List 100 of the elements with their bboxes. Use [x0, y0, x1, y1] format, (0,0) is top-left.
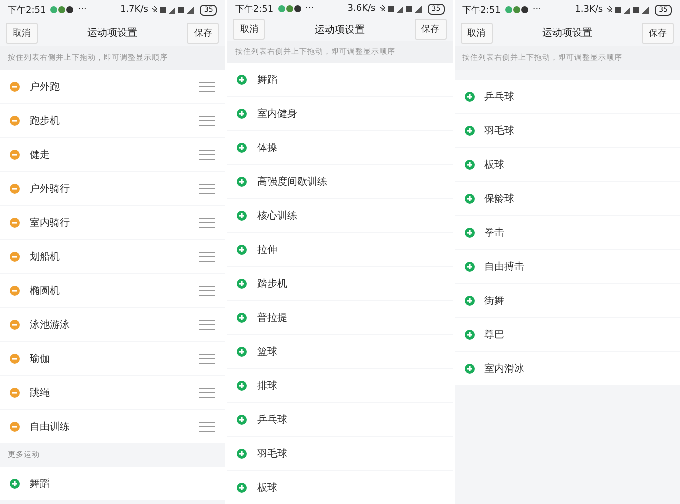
drag-handle-icon[interactable] — [199, 184, 216, 194]
sport-label: 高强度间歇训练 — [257, 176, 328, 188]
sport-row[interactable]: 羽毛球 — [227, 437, 453, 470]
sport-row[interactable]: 划船机 — [0, 240, 226, 273]
plus-circle-icon[interactable] — [237, 210, 248, 220]
sport-row[interactable]: 健走 — [0, 138, 226, 171]
minus-circle-icon[interactable] — [10, 218, 20, 228]
plus-circle-icon[interactable] — [237, 176, 248, 186]
plus-circle-icon[interactable] — [464, 92, 475, 102]
sport-row[interactable]: 室内健身 — [227, 97, 453, 130]
sport-row[interactable]: 篮球 — [227, 335, 453, 368]
signal-icons — [607, 6, 652, 14]
plus-circle-icon[interactable] — [464, 126, 475, 136]
drag-handle-icon[interactable] — [199, 388, 216, 398]
sport-row[interactable]: 羽毛球 — [454, 114, 680, 147]
sport-row[interactable]: 自由搏击 — [454, 250, 680, 283]
drag-handle-icon[interactable] — [199, 116, 216, 126]
save-button[interactable]: 保存 — [642, 22, 674, 44]
status-time: 下午2:51 — [8, 4, 46, 16]
sport-row[interactable]: 乒乓球 — [454, 80, 680, 113]
sport-row[interactable]: 室内骑行 — [0, 206, 226, 239]
sport-label: 篮球 — [257, 346, 278, 358]
plus-circle-icon[interactable] — [464, 296, 475, 306]
plus-circle-icon[interactable] — [237, 142, 248, 152]
plus-circle-icon[interactable] — [237, 448, 248, 458]
sport-row[interactable]: 尊巴 — [454, 318, 680, 351]
cancel-button[interactable]: 取消 — [460, 22, 493, 44]
plus-circle-icon[interactable] — [237, 244, 248, 254]
cancel-button[interactable]: 取消 — [233, 19, 266, 40]
minus-circle-icon[interactable] — [10, 252, 20, 262]
sport-row[interactable]: 板球 — [454, 148, 680, 181]
sport-row[interactable]: 体操 — [227, 131, 453, 164]
sport-row[interactable]: 跑步机 — [0, 104, 226, 137]
minus-circle-icon[interactable] — [10, 116, 20, 126]
sport-label: 拉伸 — [257, 244, 278, 256]
sport-row[interactable]: 椭圆机 — [0, 274, 226, 307]
plus-circle-icon[interactable] — [237, 312, 248, 322]
cancel-button[interactable]: 取消 — [6, 22, 38, 44]
sport-label: 拳击 — [484, 226, 506, 240]
minus-circle-icon[interactable] — [10, 286, 20, 296]
sport-label: 尊巴 — [484, 328, 506, 342]
plus-circle-icon[interactable] — [237, 74, 248, 84]
drag-handle-icon[interactable] — [199, 422, 216, 432]
minus-circle-icon[interactable] — [10, 388, 20, 398]
drag-handle-icon[interactable] — [199, 82, 216, 92]
plus-circle-icon[interactable] — [237, 346, 248, 356]
sport-label: 普拉提 — [257, 312, 288, 324]
drag-handle-icon[interactable] — [199, 218, 216, 228]
minus-circle-icon[interactable] — [10, 354, 20, 364]
save-button[interactable]: 保存 — [414, 19, 447, 40]
sport-row[interactable]: 泳池游泳 — [0, 308, 226, 341]
sport-row[interactable]: 街舞 — [454, 284, 680, 317]
sport-label: 室内骑行 — [30, 216, 71, 230]
sport-row[interactable]: 拳击 — [454, 216, 680, 249]
sport-row[interactable]: 保龄球 — [454, 182, 680, 215]
plus-circle-icon[interactable] — [237, 414, 248, 424]
sport-label: 室内滑冰 — [484, 362, 526, 376]
minus-circle-icon[interactable] — [10, 150, 20, 160]
sport-row[interactable]: 户外跑 — [0, 70, 226, 103]
sport-row[interactable]: 跳绳 — [0, 376, 226, 409]
sport-row[interactable]: 室内滑冰 — [454, 352, 680, 385]
plus-circle-icon[interactable] — [464, 262, 475, 272]
sport-row[interactable]: 自由训练 — [0, 410, 226, 443]
plus-circle-icon[interactable] — [464, 330, 475, 340]
drag-handle-icon[interactable] — [199, 354, 216, 364]
plus-circle-icon[interactable] — [464, 160, 475, 170]
sport-row[interactable]: 核心训练 — [227, 199, 453, 232]
save-button[interactable]: 保存 — [187, 22, 220, 44]
sport-label: 户外跑 — [30, 80, 61, 94]
minus-circle-icon[interactable] — [10, 422, 20, 432]
drag-handle-icon[interactable] — [199, 320, 216, 330]
plus-circle-icon[interactable] — [464, 194, 475, 204]
minus-circle-icon[interactable] — [10, 82, 20, 92]
sport-row[interactable]: 舞蹈 — [0, 467, 226, 500]
plus-circle-icon[interactable] — [464, 228, 475, 238]
sport-label: 跳绳 — [30, 386, 51, 400]
drag-handle-icon[interactable] — [199, 252, 216, 262]
app-notification-icon — [50, 6, 74, 14]
plus-circle-icon[interactable] — [10, 478, 20, 488]
sport-row[interactable]: 排球 — [227, 369, 453, 402]
sport-row[interactable]: 踏步机 — [227, 267, 453, 300]
sport-label: 乒乓球 — [484, 90, 516, 104]
sport-row[interactable]: 高强度间歇训练 — [227, 165, 453, 198]
plus-circle-icon[interactable] — [237, 380, 248, 390]
sport-row[interactable]: 户外骑行 — [0, 172, 226, 205]
minus-circle-icon[interactable] — [10, 320, 20, 330]
plus-circle-icon[interactable] — [237, 482, 248, 492]
sport-row[interactable]: 舞蹈 — [227, 63, 453, 96]
minus-circle-icon[interactable] — [10, 184, 20, 194]
plus-circle-icon[interactable] — [237, 108, 248, 118]
sport-row[interactable]: 瑜伽 — [0, 342, 226, 375]
plus-circle-icon[interactable] — [464, 364, 475, 374]
sport-row[interactable]: 乒乓球 — [227, 403, 453, 436]
status-more: ··· — [306, 4, 314, 14]
sport-row[interactable]: 普拉提 — [227, 301, 453, 334]
drag-handle-icon[interactable] — [199, 150, 216, 160]
drag-handle-icon[interactable] — [199, 286, 216, 296]
plus-circle-icon[interactable] — [237, 278, 248, 288]
sport-row[interactable]: 板球 — [227, 471, 453, 504]
sport-row[interactable]: 拉伸 — [227, 233, 453, 266]
